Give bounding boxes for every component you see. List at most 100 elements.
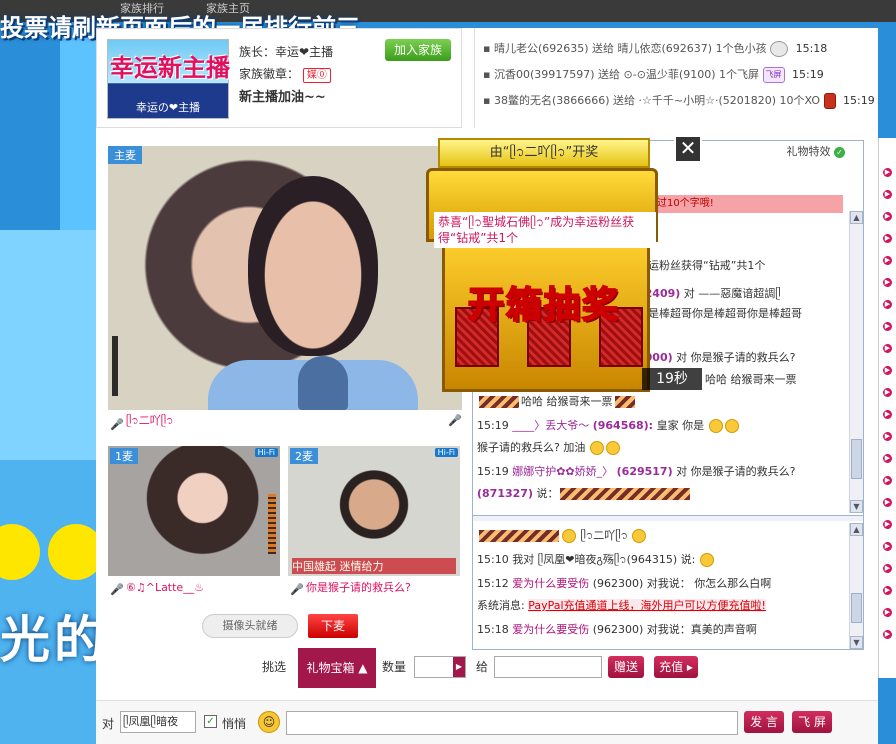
chat-line[interactable]: 15:10 我对 ᥫ凤凰❤暗夜გ殇ᥫ᭡(964315) 说: (477, 551, 847, 569)
arrow-right-icon[interactable]: ▶ (883, 454, 892, 463)
arrow-right-icon[interactable]: ▶ (883, 410, 892, 419)
gift-feed-row: ▪ 沉香00(39917597) 送给 ⊙-⊙温少菲(9100) 1个飞屏 飞屏… (483, 67, 824, 83)
chat-time: 15:19 (477, 419, 509, 432)
gift-effect-toggle[interactable]: 礼物特效 ✓ (786, 143, 845, 159)
family-info: 族长：幸运❤主播 家族徽章： 媒⓪ 新主播加油~~ (239, 41, 333, 109)
fly-screen-button[interactable]: 飞 屏 (792, 711, 832, 733)
arrow-right-icon[interactable]: ▶ (883, 630, 892, 639)
private-chat-scrollbar[interactable]: ▲ ▼ (849, 523, 863, 649)
gift-feed-row: ▪ 晴儿老公(692635) 送给 晴儿依恋(692637) 1个色小孩 15:… (483, 41, 828, 57)
sub-video-2[interactable]: 2麦 Hi-Fi 中国雄起 迷情给力 (288, 446, 460, 576)
send-button[interactable]: 发 言 (744, 711, 784, 733)
family-logo-subtitle: 幸运の❤主播 (135, 101, 201, 114)
open-chest-label[interactable]: 开箱抽奖 (444, 276, 644, 328)
sub-video-1-caption[interactable]: 🎤 ⑥♫^Latte__♨ (108, 578, 280, 598)
emoji-icon (632, 529, 647, 543)
arrow-right-icon[interactable]: ▶ (883, 278, 892, 287)
arrow-right-icon[interactable]: ▶ (883, 608, 892, 617)
gift-feed-text[interactable]: 沉香00(39917597) 送给 ⊙-⊙温少菲(9100) 1个飞屏 (494, 68, 759, 81)
chat-time: 15:18 (477, 623, 509, 636)
chat-text: 我对 ᥫ凤凰❤暗夜გ殇ᥫ᭡(964315) 说: (512, 553, 696, 566)
video-microphone (298, 356, 348, 410)
scroll-thumb[interactable] (851, 593, 862, 623)
gift-feed-text[interactable]: 38鳖的无名(3866666) 送给 ·☆千千~小明☆·(5201820) 10… (494, 94, 820, 107)
arrow-right-icon[interactable]: ▶ (883, 190, 892, 199)
side-arrow-strip: ▶ ▶ ▶ ▶ ▶ ▶ ▶ ▶ ▶ ▶ ▶ ▶ ▶ ▶ ▶ ▶ ▶ ▶ ▶ ▶ … (878, 138, 896, 678)
arrow-right-icon[interactable]: ▶ (883, 322, 892, 331)
arrow-right-icon[interactable]: ▶ (883, 300, 892, 309)
chat-time: 15:19 (477, 465, 509, 478)
gift-category-tab[interactable]: 礼物宝箱 ▲ (298, 648, 376, 688)
gift-category-label: 礼物宝箱 (306, 661, 355, 675)
scroll-up-icon[interactable]: ▲ (850, 211, 863, 224)
gift-selector: 挑选 礼物宝箱 ▲ 数量 ▶ 给 赠送 充值 ▸ (262, 646, 878, 690)
arrow-right-icon[interactable]: ▶ (883, 542, 892, 551)
bottle-icon (823, 93, 836, 109)
system-message-link[interactable]: PayPal充值通道上线，海外用户可以方便充值啦! (528, 599, 766, 612)
emoji-icon[interactable]: ☺ (258, 711, 280, 733)
arrow-right-icon[interactable]: ▶ (883, 234, 892, 243)
check-icon: ✓ (834, 146, 845, 158)
gift-feed-time: 15:19 (792, 68, 824, 81)
arrow-right-icon[interactable]: ▶ (883, 520, 892, 529)
host-name-text: ᥫ᭡二吖ᥫ᭡ (126, 414, 174, 427)
give-gift-button[interactable]: 赠送 (608, 656, 644, 678)
main-video[interactable]: 主麦 (108, 146, 462, 410)
arrow-right-icon[interactable]: ▶ (883, 498, 892, 507)
sub-video-2-tag: 2麦 (290, 448, 318, 464)
recharge-label: 充值 (659, 660, 684, 674)
chat-line[interactable]: (871327) 说： (477, 485, 847, 503)
arrow-right-icon[interactable]: ▶ (883, 256, 892, 265)
leave-mic-button[interactable]: 下麦 (308, 614, 358, 638)
recipient-input[interactable] (494, 656, 602, 678)
lottery-countdown: 19秒 (642, 368, 702, 390)
arrow-right-icon[interactable]: ▶ (883, 432, 892, 441)
sub-video-1-name: ⑥♫^Latte__♨ (126, 581, 205, 594)
host-name[interactable]: 🎤 ᥫ᭡二吖ᥫ᭡ (108, 410, 462, 432)
close-icon[interactable]: ✕ (674, 135, 702, 163)
arrow-right-icon[interactable]: ▶ (883, 168, 892, 177)
microphone-icon[interactable]: 🎤 (448, 414, 462, 428)
scroll-thumb[interactable] (851, 439, 862, 479)
gift-effect-label: 礼物特效 (786, 145, 831, 158)
chat-line[interactable]: 15:18 爱为什么要受伤 (962300) 对我说：真美的声音啊 (477, 621, 847, 639)
gift-feed-time: 15:19 (843, 94, 875, 107)
message-bar: 对 ᥫ凤凰ᥫ暗夜 ✓ 悄悄 ☺ 发 言 飞 屏 (96, 700, 878, 744)
gift-feed-row: ▪ 38鳖的无名(3866666) 送给 ·☆千千~小明☆·(5201820) … (483, 93, 875, 109)
camera-ready-button[interactable]: 摄像头就绪 (202, 614, 298, 638)
chat-line[interactable]: 系统消息: PayPal充值通道上线，海外用户可以方便充值啦! (477, 597, 847, 615)
scroll-down-icon[interactable]: ▼ (850, 500, 863, 513)
arrow-right-icon[interactable]: ▶ (883, 388, 892, 397)
chat-line[interactable]: 猴子请的救兵么? 加油 (477, 439, 847, 457)
chat-text: 哈哈 给猴哥来一票 (705, 373, 797, 386)
arrow-right-icon[interactable]: ▶ (883, 344, 892, 353)
whisper-checkbox[interactable]: ✓ (204, 715, 217, 728)
chat-divider[interactable] (473, 515, 863, 521)
scroll-up-icon[interactable]: ▲ (850, 523, 863, 536)
family-leader-name[interactable]: 幸运❤主播 (275, 45, 333, 59)
chat-line[interactable]: 15:19 娜娜守护✿✿娇娇_〉 (629517) 对 你是猴子请的救兵么? (477, 463, 847, 481)
microphone-icon: 🎤 (110, 418, 124, 431)
arrow-right-icon[interactable]: ▶ (883, 366, 892, 375)
sub-video-2-caption[interactable]: 🎤 你是猴子请的救兵么? (288, 578, 460, 598)
chat-line[interactable]: ᥫ᭡二吖ᥫ᭡ (477, 527, 847, 545)
dropdown-icon[interactable]: ▶ (453, 657, 465, 677)
join-family-button[interactable]: 加入家族 (385, 39, 451, 61)
arrow-right-icon[interactable]: ▶ (883, 476, 892, 485)
quantity-input[interactable]: ▶ (414, 656, 466, 678)
arrow-right-icon[interactable]: ▶ (883, 564, 892, 573)
lottery-popup[interactable]: 由“ᥫ᭡二吖ᥫ᭡”开奖 恭喜“ᥫ᭡聖城石佛ᥫ᭡”成为幸运粉丝获得“钻戒”共1个 … (426, 134, 702, 396)
public-chat-scrollbar[interactable]: ▲ ▼ (849, 211, 863, 513)
arrow-right-icon[interactable]: ▶ (883, 586, 892, 595)
recharge-button[interactable]: 充值 ▸ (654, 656, 698, 678)
family-logo[interactable]: 幸运新主播 幸运の❤主播 (107, 39, 230, 119)
arrow-right-icon[interactable]: ▶ (883, 212, 892, 221)
hifi-badge: Hi-Fi (254, 448, 278, 457)
sub-video-1[interactable]: 1麦 Hi-Fi (108, 446, 280, 576)
message-target-select[interactable]: ᥫ凤凰ᥫ暗夜 (120, 711, 196, 733)
message-input[interactable] (286, 711, 738, 735)
microphone-icon: 🎤 (290, 583, 304, 596)
gift-feed-text[interactable]: 晴儿老公(692635) 送给 晴儿依恋(692637) 1个色小孩 (494, 42, 767, 55)
chat-line[interactable]: 15:19 ____〉丢大爷〜 (964568): 皇家 你是 (477, 417, 847, 435)
chat-line[interactable]: 15:12 爱为什么要受伤 (962300) 对我说： 你怎么那么白啊 (477, 575, 847, 593)
